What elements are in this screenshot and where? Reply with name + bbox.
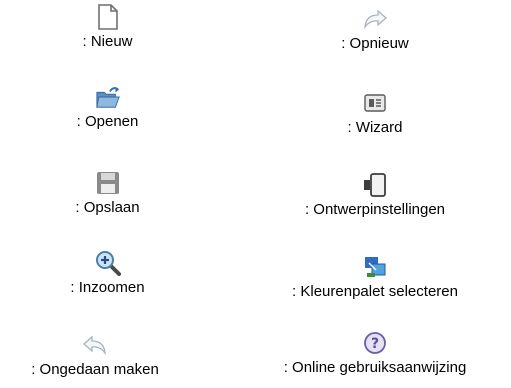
svg-text:?: ? xyxy=(371,336,379,352)
legend-item-save: : Opslaan xyxy=(25,170,190,217)
legend-label: : Opnieuw xyxy=(341,35,409,52)
legend-label: : Openen xyxy=(76,113,139,130)
new-document-icon xyxy=(95,4,121,30)
color-palette-icon xyxy=(362,254,388,280)
legend-label: : Nieuw xyxy=(82,33,133,50)
legend-label: : Opslaan xyxy=(75,199,140,216)
online-help-icon: ? xyxy=(362,330,388,356)
legend-item-design-settings: : Ontwerpinstellingen xyxy=(240,172,510,219)
undo-icon xyxy=(82,332,108,358)
legend-item-zoom-in: : Inzoomen xyxy=(25,250,190,297)
design-settings-icon xyxy=(362,172,388,198)
legend-item-wizard: : Wizard xyxy=(270,90,480,137)
legend-label: : Wizard xyxy=(347,119,403,136)
legend-label: : Kleurenpalet selecteren xyxy=(292,283,458,300)
save-icon xyxy=(95,170,121,196)
legend-item-new: : Nieuw xyxy=(25,4,190,51)
open-folder-icon xyxy=(95,84,121,110)
legend-item-redo: : Opnieuw xyxy=(270,6,480,53)
wizard-icon xyxy=(362,90,388,116)
zoom-in-icon xyxy=(95,250,121,276)
legend-label: : Ongedaan maken xyxy=(31,361,159,378)
legend-item-open: : Openen xyxy=(25,84,190,131)
legend-label: : Online gebruiksaanwijzing xyxy=(283,359,467,376)
legend-item-online-help: ? : Online gebruiksaanwijzing xyxy=(240,330,510,377)
legend-label: : Inzoomen xyxy=(70,279,145,296)
redo-icon xyxy=(362,6,388,32)
legend-label: : Ontwerpinstellingen xyxy=(304,201,446,218)
legend-item-color-palette: : Kleurenpalet selecteren xyxy=(240,254,510,301)
legend-item-undo: : Ongedaan maken xyxy=(0,332,190,379)
